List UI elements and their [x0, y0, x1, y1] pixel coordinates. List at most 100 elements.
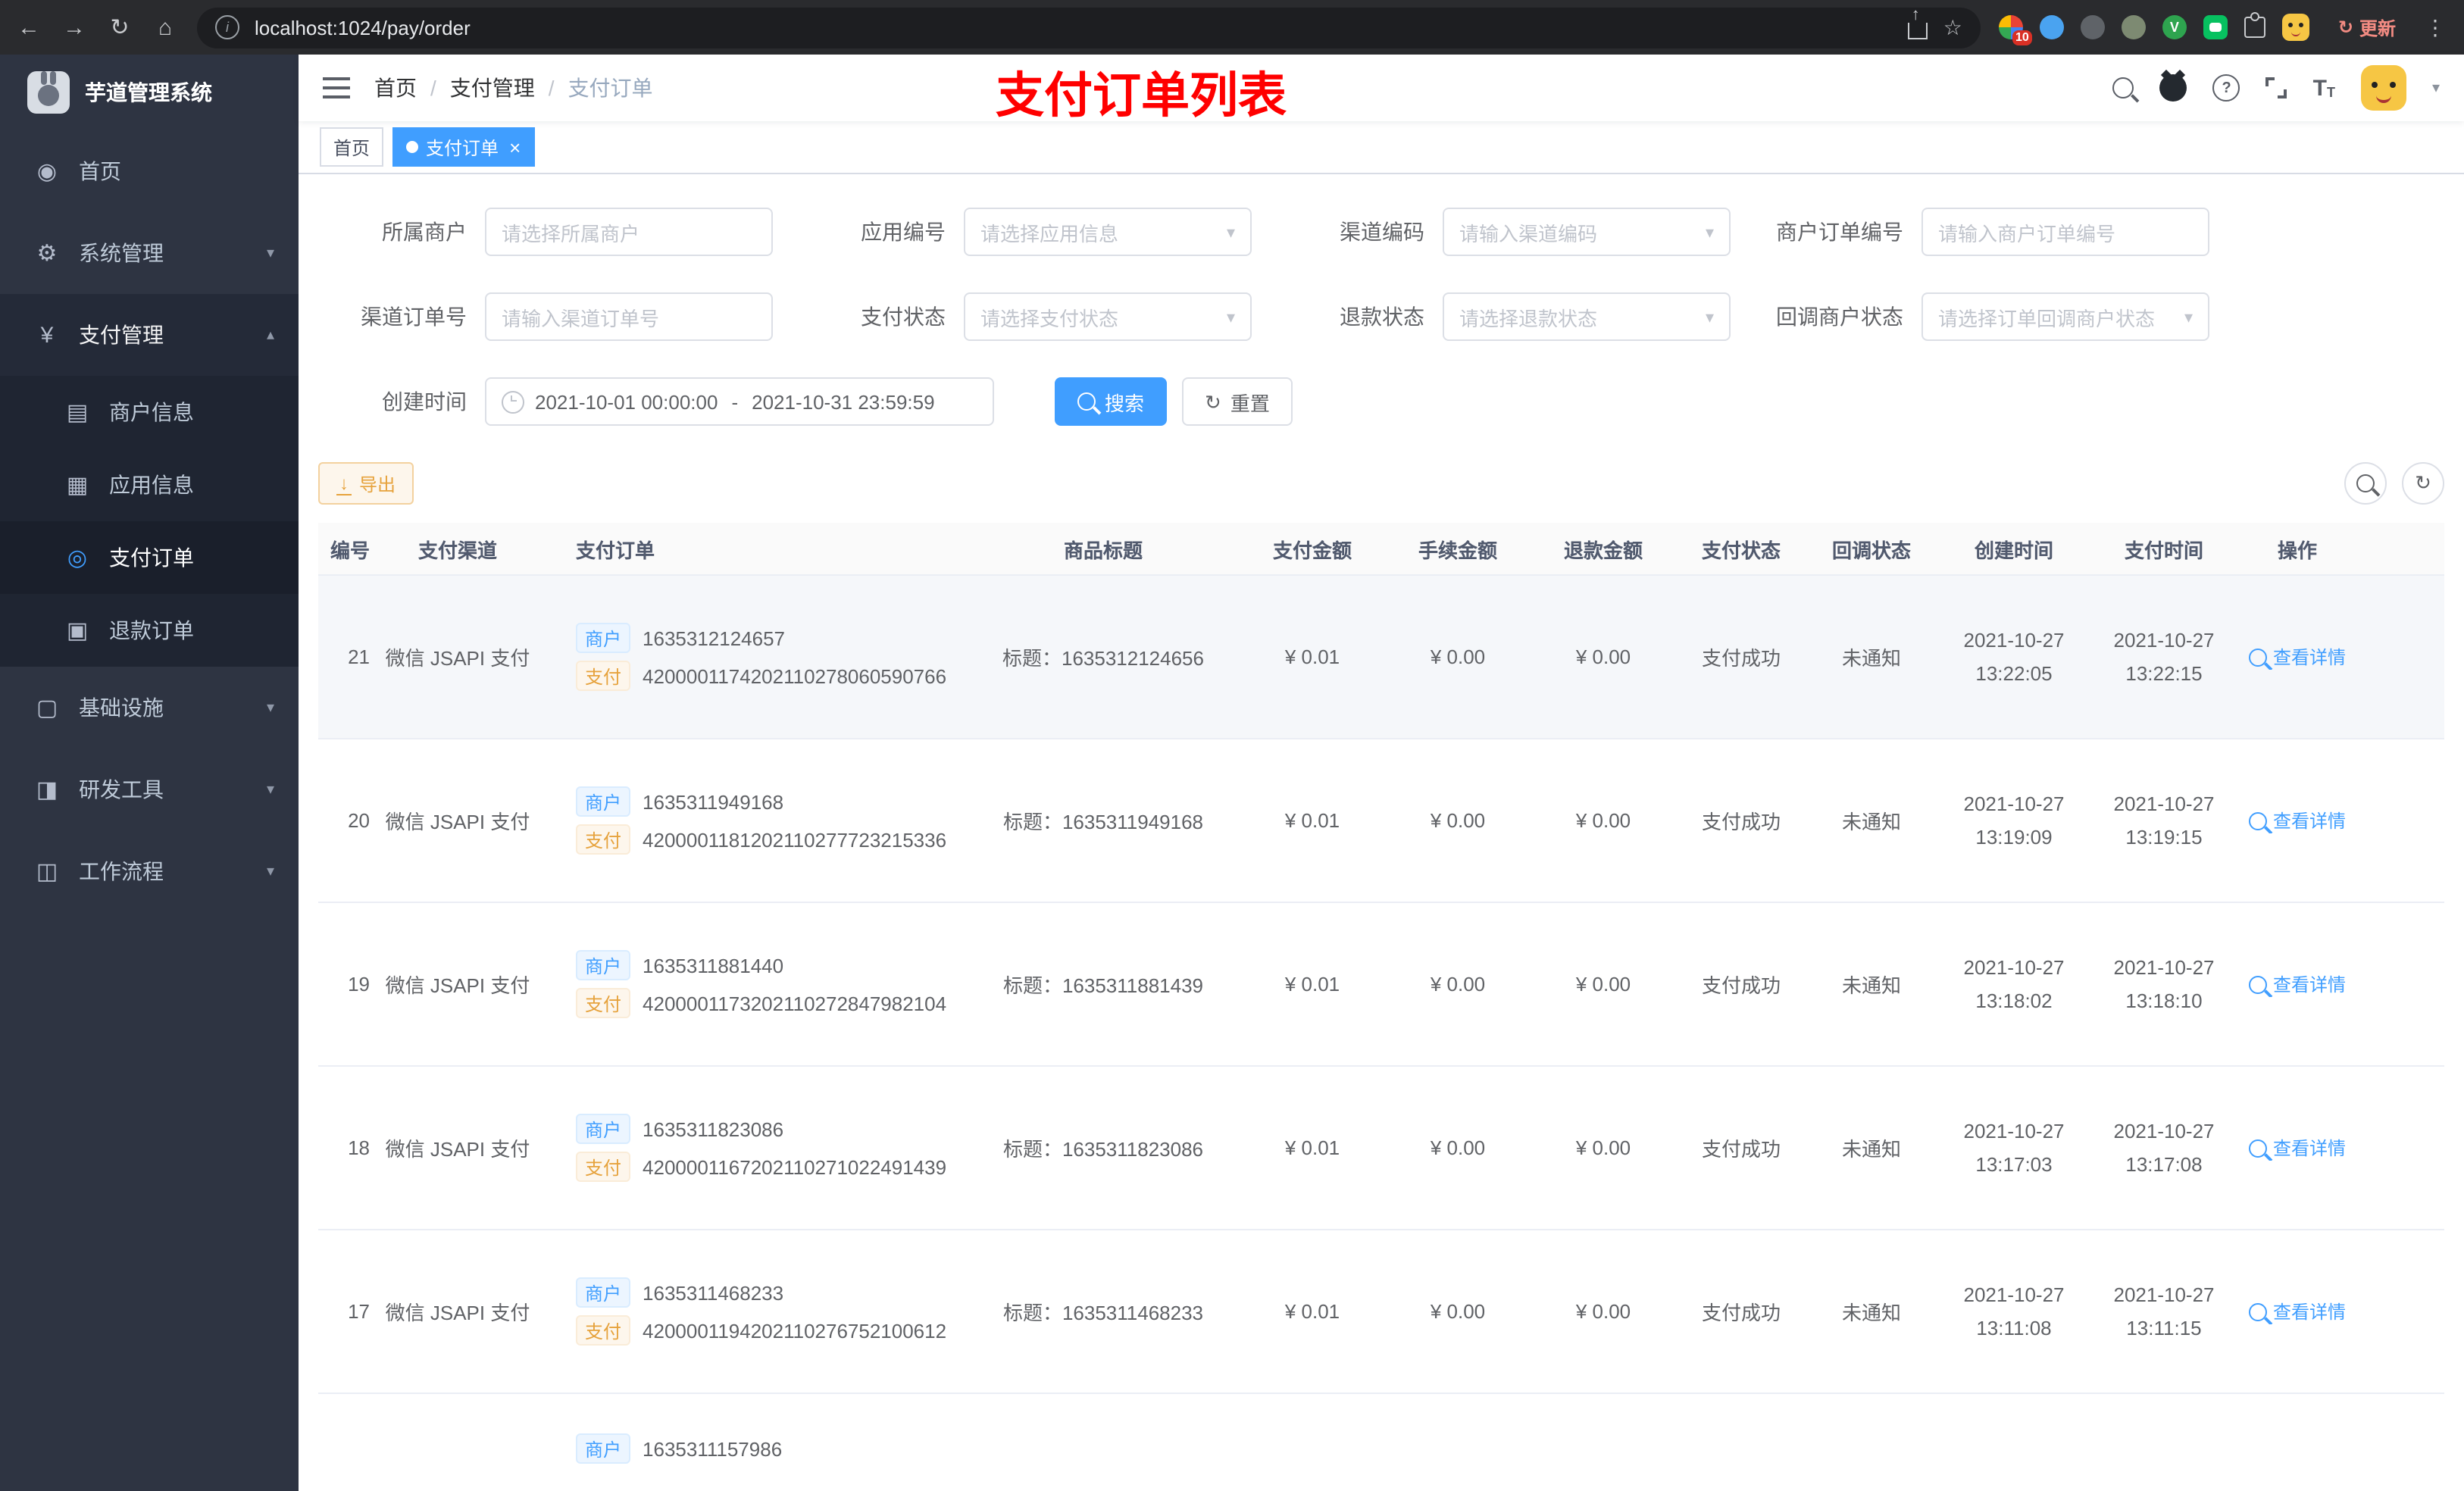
pay-status-select[interactable]: 请选择支付状态 ▾ — [964, 292, 1252, 341]
table-row: 18 微信 JSAPI 支付 商户 1635311823086 支付 42000… — [318, 1067, 2444, 1230]
channel-order-no-input[interactable]: 请输入渠道订单号 — [485, 292, 773, 341]
pay-channel: 微信 JSAPI 支付 — [385, 974, 530, 997]
tab-pay-order[interactable]: 支付订单 × — [392, 127, 535, 167]
view-detail-link[interactable]: 查看详情 — [2237, 644, 2358, 670]
pay-order-table: 编号 支付渠道 支付订单 商品标题 支付金额 手续金额 退款金额 支付状态 回调… — [318, 523, 2444, 1491]
create-time-range-picker[interactable]: 2021-10-01 00:00:00 - 2021-10-31 23:59:5… — [485, 377, 994, 426]
pay-channel: 微信 JSAPI 支付 — [385, 647, 530, 670]
document-icon: ▣ — [66, 618, 89, 644]
profile-avatar[interactable] — [2281, 14, 2309, 41]
gear-icon: ⚙ — [36, 241, 58, 267]
pay-tag: 支付 — [576, 1315, 631, 1346]
sidebar-item-pay-order[interactable]: ◎ 支付订单 — [0, 521, 299, 594]
merchant-order-no: 1635311823086 — [643, 1117, 784, 1140]
pay-order-cell: 商户 1635311823086 支付 42000011672021102710… — [546, 1106, 967, 1189]
table-header: 编号 支付渠道 支付订单 商品标题 支付金额 手续金额 退款金额 支付状态 回调… — [318, 523, 2444, 576]
sidebar-item-home[interactable]: ◉ 首页 — [0, 130, 299, 212]
forward-icon[interactable]: → — [61, 14, 88, 40]
pay-order-no: 4200001194202110276752100612 — [643, 1319, 947, 1342]
refresh-icon[interactable]: ↻ — [106, 14, 133, 41]
pay-tag: 支付 — [576, 661, 631, 691]
pay-status: 支付成功 — [1701, 647, 1781, 670]
view-detail-link[interactable]: 查看详情 — [2237, 1135, 2358, 1161]
goods-title: 标题：1635312124656 — [1002, 647, 1204, 670]
create-time: 2021-10-27 13:22:05 — [1963, 629, 2065, 684]
app-title: 芋道管理系统 — [85, 80, 212, 105]
help-icon[interactable] — [2212, 74, 2240, 102]
merchant-order-no: 1635311468233 — [643, 1281, 784, 1304]
search-button[interactable]: 搜索 — [1055, 377, 1168, 426]
github-icon[interactable] — [2159, 74, 2187, 102]
app-id-select[interactable]: 请选择应用信息 ▾ — [964, 208, 1252, 256]
tab-home[interactable]: 首页 — [320, 127, 384, 167]
reset-button[interactable]: ↻ 重置 — [1182, 377, 1293, 426]
pay-status: 支付成功 — [1701, 1302, 1781, 1324]
chrome-update-button[interactable]: ↻ 更新 — [2326, 10, 2408, 45]
search-icon[interactable] — [2112, 77, 2134, 98]
font-size-icon[interactable]: TT — [2313, 77, 2335, 99]
sidebar-toggle-icon[interactable] — [323, 77, 350, 98]
sidebar-item-payment[interactable]: ¥ 支付管理 ▴ — [0, 294, 299, 376]
pay-time: 2021-10-27 13:19:15 — [2113, 792, 2215, 848]
merchant-tag: 商户 — [576, 1277, 631, 1308]
table-body: 21 微信 JSAPI 支付 商户 1635312124657 支付 42000… — [318, 576, 2444, 1394]
table-row: 17 微信 JSAPI 支付 商户 1635311468233 支付 42000… — [318, 1230, 2444, 1394]
wechat-devtools-icon[interactable] — [2203, 15, 2228, 39]
merchant-input[interactable]: 请选择所属商户 — [485, 208, 773, 256]
notify-status-select[interactable]: 请选择订单回调商户状态 ▾ — [1921, 292, 2209, 341]
extensions-puzzle-icon[interactable] — [2244, 12, 2265, 38]
sidebar-item-refund-order[interactable]: ▣ 退款订单 — [0, 594, 299, 667]
pay-tag: 支付 — [576, 1152, 631, 1182]
active-dot — [406, 141, 419, 153]
url-text[interactable]: localhost:1024/pay/order — [255, 16, 1893, 39]
refund-status-select[interactable]: 请选择退款状态 ▾ — [1443, 292, 1731, 341]
site-info-icon[interactable] — [215, 15, 239, 39]
chevron-down-icon: ▾ — [266, 781, 274, 798]
share-icon[interactable] — [1908, 8, 1928, 39]
merchant-order-no: 1635312124657 — [643, 627, 786, 649]
browser-menu-icon[interactable]: ⋮ — [2425, 14, 2446, 40]
view-detail-link[interactable]: 查看详情 — [2237, 1299, 2358, 1324]
order-id: 20 — [348, 809, 370, 832]
export-button[interactable]: 导出 — [318, 462, 414, 505]
sidebar-item-workflow[interactable]: ◫ 工作流程 ▾ — [0, 830, 299, 912]
sidebar-item-system[interactable]: ⚙ 系统管理 ▾ — [0, 212, 299, 294]
home-icon[interactable]: ⌂ — [152, 14, 179, 40]
sidebar-item-infrastructure[interactable]: ▢ 基础设施 ▾ — [0, 667, 299, 749]
extension-icon[interactable]: 10 — [1998, 15, 2032, 45]
chevron-down-icon: ▾ — [266, 245, 274, 261]
breadcrumb-payment[interactable]: 支付管理 — [450, 73, 535, 103]
app-logo[interactable]: 芋道管理系统 — [0, 55, 299, 130]
pay-channel: 微信 JSAPI 支付 — [385, 1302, 530, 1324]
sidebar-item-app-info[interactable]: ▦ 应用信息 — [0, 449, 299, 521]
chevron-down-icon: ▾ — [1705, 308, 1714, 327]
bookmark-star-icon[interactable]: ☆ — [1943, 14, 1962, 40]
breadcrumb-home[interactable]: 首页 — [374, 73, 417, 103]
close-icon[interactable]: × — [509, 137, 521, 157]
merchant-tag: 商户 — [576, 786, 631, 817]
extension-icon[interactable] — [2080, 15, 2105, 39]
pay-channel: 微信 JSAPI 支付 — [385, 811, 530, 833]
extension-icon[interactable] — [2039, 15, 2064, 39]
view-detail-link[interactable]: 查看详情 — [2237, 808, 2358, 833]
back-icon[interactable]: ← — [15, 14, 42, 40]
sidebar-item-merchant-info[interactable]: ▤ 商户信息 — [0, 376, 299, 449]
date-start[interactable]: 2021-10-01 00:00:00 — [535, 390, 718, 413]
filter-label: 创建时间 — [382, 389, 467, 414]
chevron-down-icon[interactable]: ▾ — [2432, 80, 2440, 96]
target-icon: ◎ — [67, 545, 88, 571]
channel-code-select[interactable]: 请输入渠道编码 ▾ — [1443, 208, 1731, 256]
url-bar[interactable]: localhost:1024/pay/order ☆ — [197, 7, 1981, 48]
vue-devtools-icon[interactable]: V — [2162, 15, 2187, 39]
user-avatar[interactable] — [2360, 65, 2406, 111]
date-end[interactable]: 2021-10-31 23:59:59 — [752, 390, 934, 413]
pay-channel: 微信 JSAPI 支付 — [385, 1138, 530, 1161]
merchant-order-no-input[interactable]: 请输入商户订单编号 — [1921, 208, 2209, 256]
fullscreen-icon[interactable] — [2265, 77, 2287, 98]
refresh-table-button[interactable]: ↻ — [2402, 462, 2444, 505]
refund-amount: ¥ 0.00 — [1575, 645, 1631, 668]
sidebar-item-dev-tools[interactable]: ◨ 研发工具 ▾ — [0, 749, 299, 830]
view-detail-link[interactable]: 查看详情 — [2237, 971, 2358, 997]
toggle-search-button[interactable] — [2344, 462, 2387, 505]
extension-icon[interactable] — [2121, 15, 2146, 39]
